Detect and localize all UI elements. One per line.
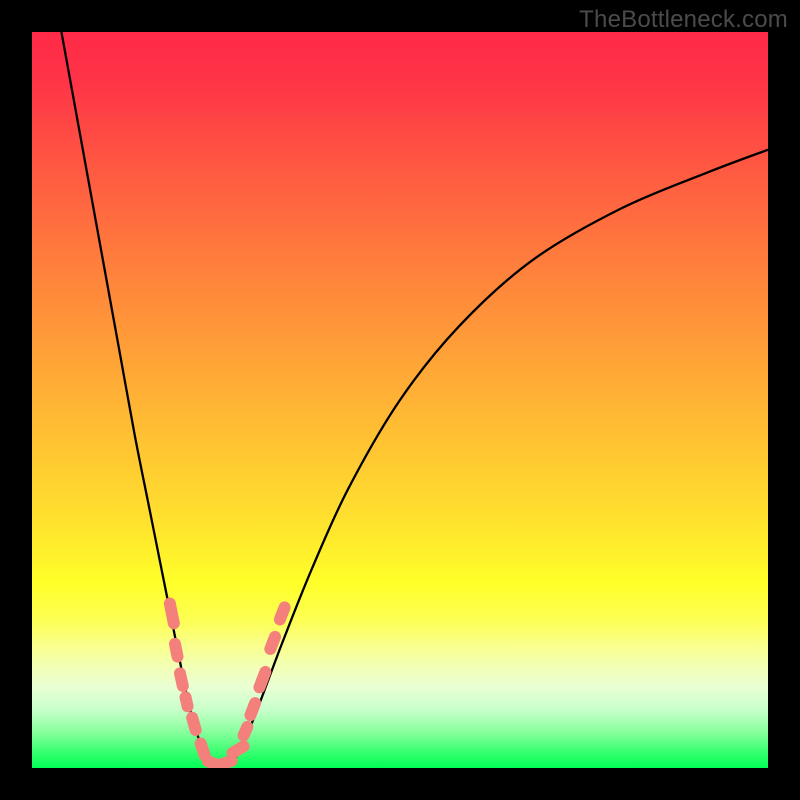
curve-line xyxy=(61,32,768,766)
outer-frame: TheBottleneck.com xyxy=(0,0,800,800)
bottleneck-curve xyxy=(32,32,768,768)
curve-marker xyxy=(163,596,181,630)
watermark-text: TheBottleneck.com xyxy=(579,6,788,34)
curve-marker xyxy=(178,690,194,713)
plot-area xyxy=(32,32,768,768)
curve-marker xyxy=(185,710,203,737)
curve-marker xyxy=(173,666,190,693)
curve-marker xyxy=(243,695,263,723)
curve-marker xyxy=(168,637,185,664)
curve-marker xyxy=(252,664,273,695)
